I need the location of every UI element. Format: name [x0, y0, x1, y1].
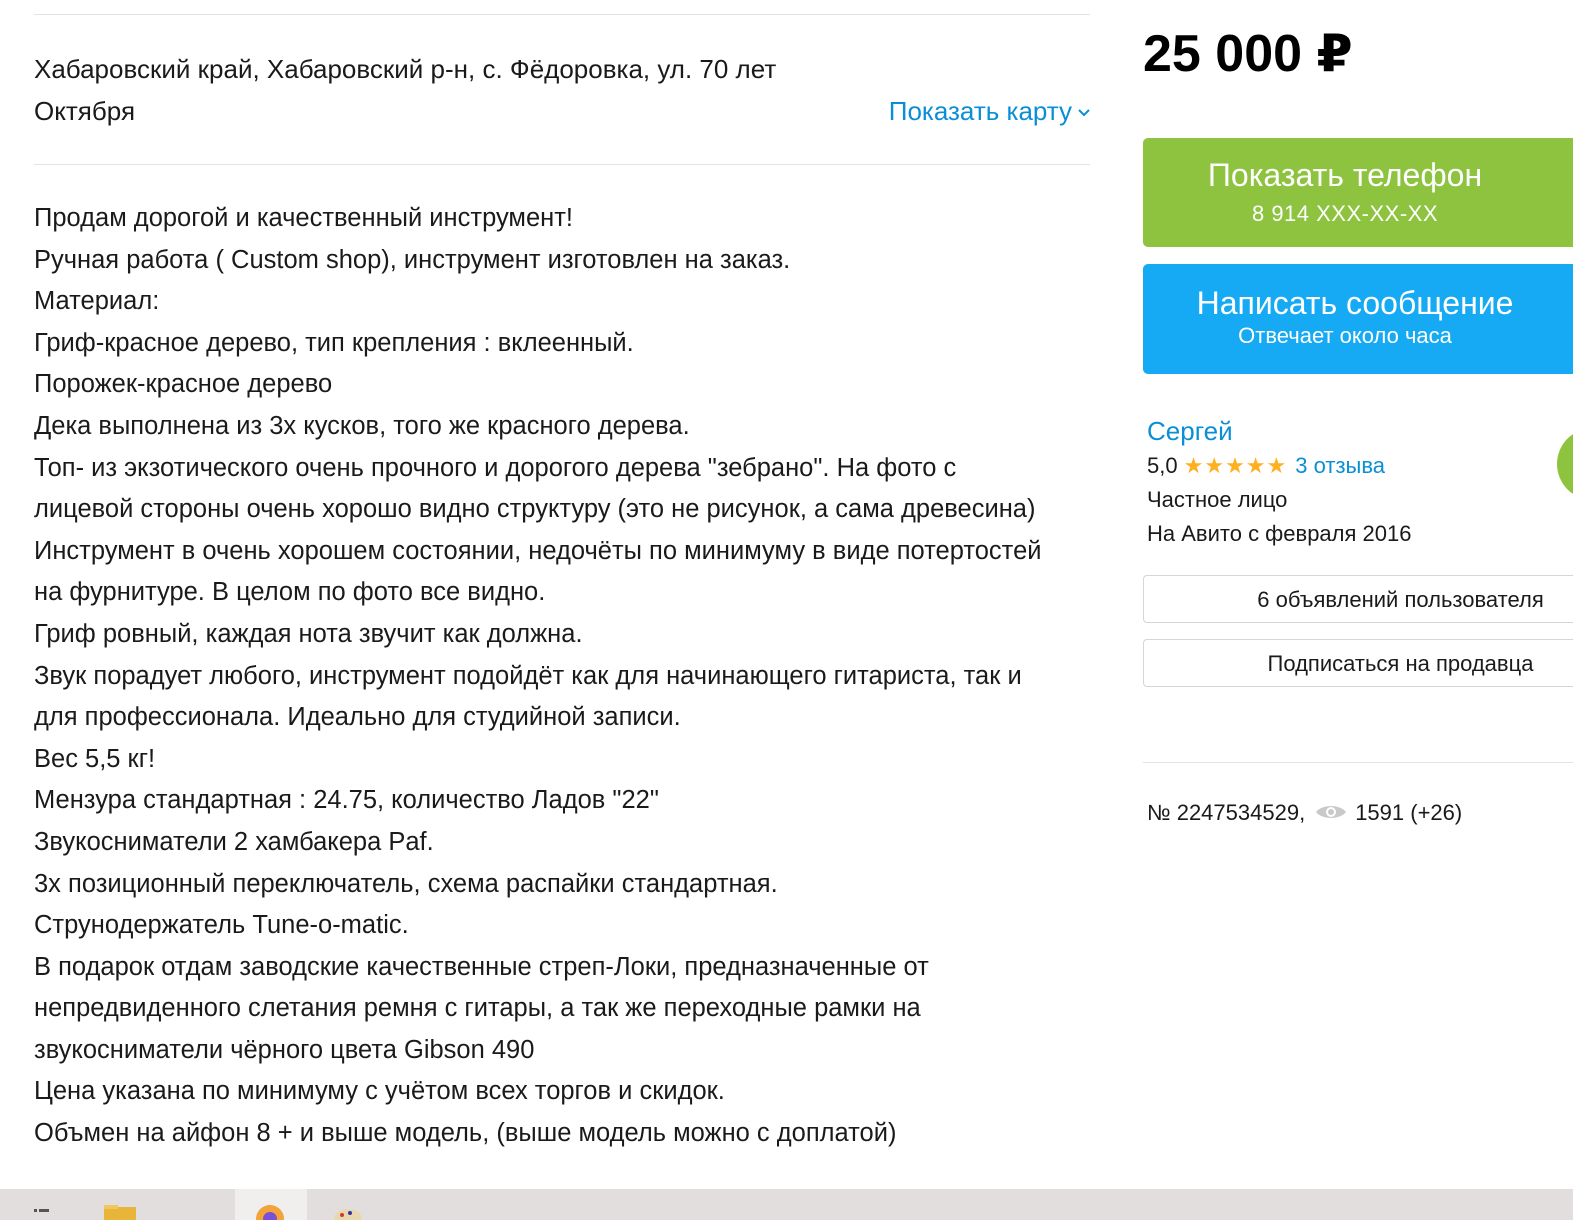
star-icon: ★ [1204, 453, 1226, 478]
description-line: Материал: [34, 287, 160, 316]
description-line: Струнодержатель Tune-o-matic. [34, 911, 409, 940]
eye-icon [1315, 799, 1347, 829]
description-line: Вес 5,5 кг! [34, 744, 156, 773]
description-line: Порожек-красное дерево [34, 370, 333, 399]
star-icon: ★ [1245, 453, 1267, 478]
description-line: Звук порадует любого, инструмент подойдё… [34, 661, 1022, 690]
taskbar [0, 1189, 1573, 1220]
chevron-down-icon[interactable] [1078, 92, 1090, 134]
ad-number: № 2247534529, [1147, 800, 1306, 825]
seller-name-link[interactable]: Сергей [1147, 414, 1233, 448]
user-listings-label[interactable]: 6 объявлений пользователя [1257, 587, 1544, 612]
description-line: Объмен на айфон 8 + и выше модель, (выше… [34, 1119, 897, 1148]
show-map-link[interactable]: Показать карту [889, 90, 1090, 134]
star-icon: ★ [1225, 453, 1246, 478]
views-count: 1591 (+26) [1355, 800, 1463, 825]
write-message-button[interactable]: Написать сообщение Отвечает около часа [1143, 264, 1573, 374]
taskview-icon[interactable] [30, 1189, 54, 1220]
description-line: 3х позиционный переключатель, схема расп… [34, 869, 778, 898]
description-line: Топ- из экзотического очень прочного и д… [34, 453, 957, 482]
avatar[interactable] [1557, 428, 1573, 500]
description-line: для профессионала. Идеально для студийно… [34, 703, 681, 732]
description-line: Гриф-красное дерево, тип крепления : вкл… [34, 328, 634, 357]
phone-number[interactable]: 8 914 XXX-XX-XX [1117, 200, 1573, 228]
reviews-link[interactable]: 3 отзыва [1295, 453, 1385, 478]
description-line: Ручная работа ( Custom shop), инструмент… [34, 245, 791, 274]
address-line-2: Октября [34, 96, 136, 126]
description-line: Дека выполнена из 3х кусков, того же кра… [34, 411, 690, 440]
star-icon: ★ [1183, 453, 1205, 478]
description-line: Гриф ровный, каждая нота звучит как долж… [34, 619, 583, 648]
description-line: Звукосниматели 2 хамбакера Paf. [34, 827, 434, 856]
show-map-label[interactable]: Показать карту [889, 96, 1072, 126]
write-message-label[interactable]: Написать сообщение [1137, 284, 1573, 322]
seller-type: Частное лицо [1147, 487, 1288, 512]
description-line: Продам дорогой и качественный инструмент… [34, 204, 573, 232]
description: Продам дорогой и качественный инструмент… [34, 198, 1104, 1155]
address-line-1: Хабаровский край, Хабаровский р-н, с. Фё… [34, 54, 777, 84]
rating-value: 5,0 [1147, 453, 1178, 478]
rating-stars: ★★★★★ [1184, 453, 1288, 478]
description-line: Цена указана по минимуму с учётом всех т… [34, 1077, 725, 1106]
star-icon: ★ [1266, 453, 1288, 478]
seller-rating: 5,0 ★★★★★ 3 отзыва [1147, 451, 1385, 481]
subscribe-seller-button[interactable]: Подписаться на продавца [1143, 639, 1573, 687]
browser-icon[interactable] [250, 1189, 290, 1220]
address-divider [34, 164, 1090, 165]
description-line: на фурнитуре. В целом по фото все видно. [34, 578, 546, 607]
top-divider [34, 14, 1090, 15]
subscribe-seller-label[interactable]: Подписаться на продавца [1268, 651, 1534, 676]
user-listings-button[interactable]: 6 объявлений пользователя [1143, 575, 1573, 623]
show-phone-button[interactable]: Показать телефон 8 914 XXX-XX-XX [1143, 138, 1573, 247]
description-line: Мензура стандартная : 24.75, количество … [34, 786, 659, 815]
description-line: Инструмент в очень хорошем состоянии, не… [34, 536, 1042, 565]
description-line: звукосниматели чёрного цвета Gibson 490 [34, 1035, 535, 1064]
seller-since: На Авито с февраля 2016 [1147, 521, 1412, 546]
description-line: непредвиденного слетания ремня с гитары,… [34, 994, 921, 1023]
description-line: лицевой стороны очень хорошо видно струк… [34, 495, 1036, 524]
response-time[interactable]: Отвечает около часа [1117, 322, 1573, 350]
description-line: В подарок отдам заводские качественные с… [34, 952, 929, 981]
price: 25 000 ₽ [1143, 25, 1353, 83]
ad-meta: № 2247534529, 1591 (+26) [1147, 798, 1462, 829]
show-phone-label[interactable]: Показать телефон [1117, 156, 1573, 194]
address: Хабаровский край, Хабаровский р-н, с. Фё… [34, 48, 834, 132]
folder-icon[interactable] [100, 1189, 140, 1220]
paint-icon[interactable] [330, 1189, 370, 1220]
sidebar-divider [1143, 762, 1573, 763]
